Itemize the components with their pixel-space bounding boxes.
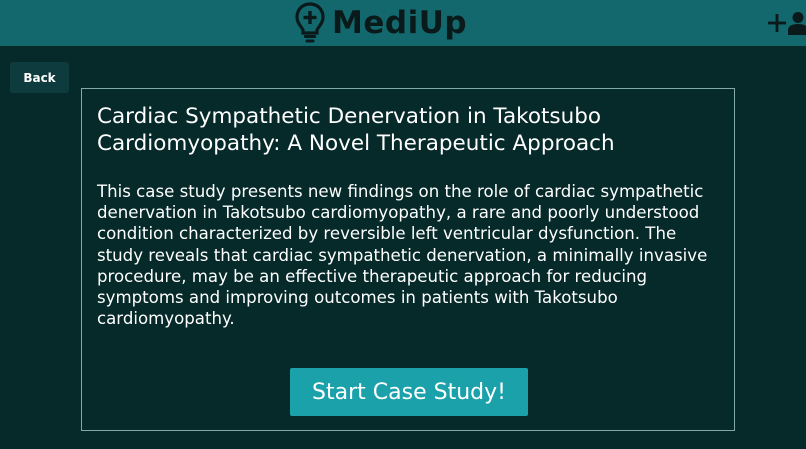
back-button[interactable]: Back bbox=[10, 62, 69, 93]
add-icon[interactable] bbox=[767, 13, 787, 33]
user-icon[interactable] bbox=[788, 11, 806, 35]
case-study-description: This case study presents new findings on… bbox=[97, 182, 708, 329]
lightbulb-plus-icon bbox=[295, 2, 325, 43]
header-actions bbox=[767, 6, 806, 40]
app-header: MediUp bbox=[0, 0, 806, 46]
brand-logo[interactable]: MediUp bbox=[294, 0, 467, 46]
case-study-card: Cardiac Sympathetic Denervation in Takot… bbox=[81, 88, 735, 431]
case-study-title: Cardiac Sympathetic Denervation in Takot… bbox=[97, 104, 615, 156]
start-case-study-button[interactable]: Start Case Study! bbox=[290, 368, 528, 416]
brand-name: MediUp bbox=[332, 5, 468, 41]
